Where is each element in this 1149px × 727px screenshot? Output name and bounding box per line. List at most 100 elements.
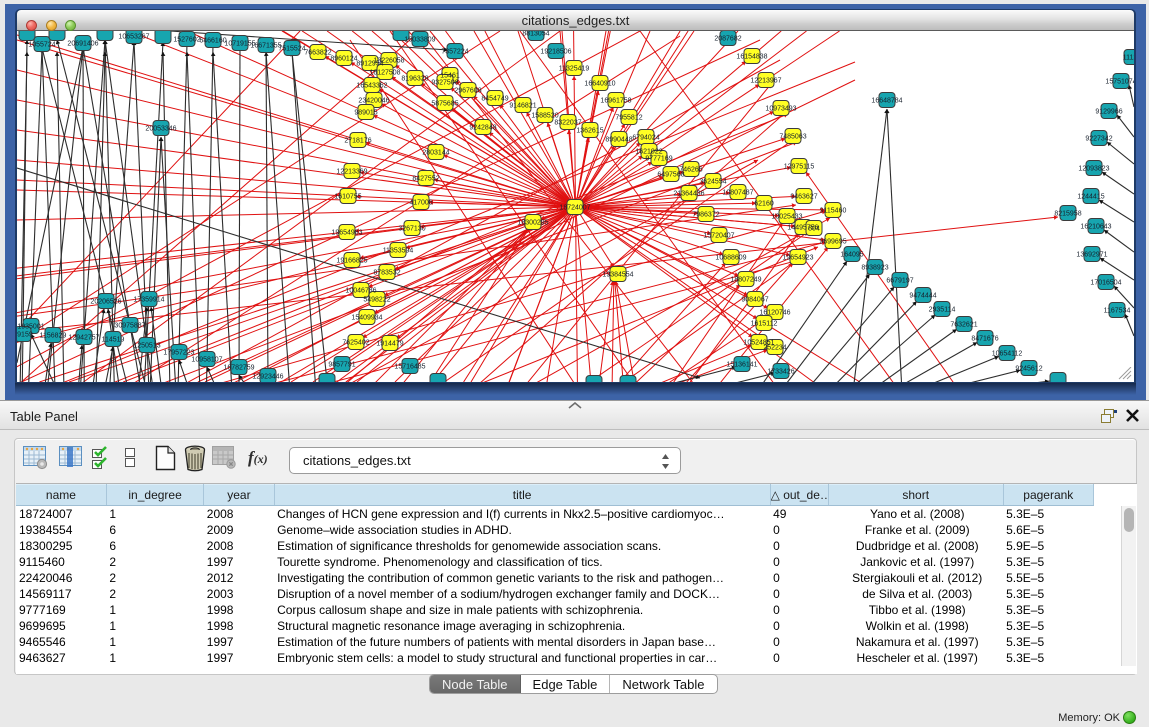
svg-text:30975887: 30975887 — [114, 323, 145, 330]
svg-text:11353594: 11353594 — [383, 248, 414, 255]
svg-text:1244415: 1244415 — [1077, 194, 1104, 201]
svg-text:15751074: 15751074 — [1105, 79, 1134, 86]
svg-text:10973493: 10973493 — [765, 106, 796, 113]
svg-text:20206526: 20206526 — [90, 299, 121, 306]
svg-text:8960124: 8960124 — [330, 56, 357, 63]
svg-text:804: 804 — [808, 226, 820, 233]
svg-text:8215958: 8215958 — [1054, 211, 1081, 218]
svg-text:5875685: 5875685 — [431, 101, 458, 108]
svg-text:20053346: 20053346 — [145, 126, 176, 133]
svg-text:9857791: 9857791 — [328, 362, 355, 369]
svg-text:8454749: 8454749 — [481, 96, 508, 103]
svg-text:9115460: 9115460 — [820, 208, 847, 215]
svg-text:16782759: 16782759 — [223, 365, 254, 372]
svg-text:1527602: 1527602 — [173, 37, 200, 44]
svg-text:7632621: 7632621 — [950, 322, 977, 329]
svg-text:9084067: 9084067 — [741, 297, 768, 304]
svg-text:12923446: 12923446 — [252, 374, 283, 381]
svg-text:23420046: 23420046 — [358, 98, 389, 105]
svg-text:1167534: 1167534 — [1104, 308, 1131, 315]
svg-text:164095: 164095 — [840, 252, 863, 259]
svg-text:1250513: 1250513 — [133, 343, 160, 350]
svg-text:1935001: 1935001 — [17, 324, 44, 331]
svg-text:11325419: 11325419 — [559, 66, 590, 73]
svg-text:2803144: 2803144 — [422, 150, 449, 157]
svg-text:19654923: 19654923 — [782, 255, 813, 262]
svg-text:1055724: 1055724 — [28, 42, 55, 49]
svg-text:39159: 39159 — [17, 332, 33, 339]
svg-text:8813054: 8813054 — [522, 31, 549, 38]
svg-text:10025433: 10025433 — [771, 214, 802, 221]
svg-text:10654112: 10654112 — [992, 351, 1023, 358]
svg-text:6794024: 6794024 — [632, 135, 659, 142]
svg-text:9245612: 9245612 — [1015, 366, 1042, 373]
svg-text:10958107: 10958107 — [191, 357, 222, 364]
svg-text:2087682: 2087682 — [714, 36, 741, 43]
svg-text:7625402: 7625402 — [342, 340, 369, 347]
svg-text:3267130: 3267130 — [398, 226, 425, 233]
svg-text:989015: 989015 — [354, 110, 377, 117]
svg-text:11123: 11123 — [1123, 55, 1134, 62]
svg-text:7357224: 7357224 — [441, 49, 468, 56]
svg-text:252234: 252234 — [763, 345, 786, 352]
svg-text:10046786: 10046786 — [345, 288, 376, 295]
svg-text:7986372: 7986372 — [692, 212, 719, 219]
svg-text:19166825: 19166825 — [336, 258, 367, 265]
svg-text:7663822: 7663822 — [304, 50, 331, 57]
svg-text:114519: 114519 — [102, 337, 125, 344]
svg-text:10688609: 10688609 — [715, 255, 746, 262]
svg-text:19384554: 19384554 — [602, 272, 633, 279]
svg-text:9227342: 9227342 — [1085, 136, 1112, 143]
svg-text:16640910: 16640910 — [584, 81, 615, 88]
svg-text:15136141: 15136141 — [726, 362, 757, 369]
svg-text:16154838: 16154838 — [736, 54, 767, 61]
svg-text:6679197: 6679197 — [886, 278, 913, 285]
svg-text:16120746: 16120746 — [759, 310, 790, 317]
svg-text:1733426: 1733426 — [767, 369, 794, 376]
svg-text:9777169: 9777169 — [645, 156, 672, 163]
svg-text:15461: 15461 — [440, 73, 460, 80]
svg-text:17016504: 17016504 — [1090, 280, 1121, 287]
svg-text:1615112: 1615112 — [751, 321, 778, 328]
svg-text:1621022: 1621022 — [635, 149, 662, 156]
svg-text:2967608: 2967608 — [454, 88, 481, 95]
svg-text:7485063: 7485063 — [779, 134, 806, 141]
svg-text:16961758: 16961758 — [600, 98, 631, 105]
svg-text:20691406: 20691406 — [67, 41, 98, 48]
svg-text:8783532: 8783532 — [373, 270, 400, 277]
svg-text:1362615: 1362615 — [576, 128, 603, 135]
svg-text:18807249: 18807249 — [730, 277, 761, 284]
svg-text:13692971: 13692971 — [1076, 252, 1107, 259]
svg-text:15720407: 15720407 — [703, 233, 734, 240]
svg-text:7515524: 7515524 — [278, 46, 305, 53]
svg-text:10807487: 10807487 — [722, 190, 753, 197]
svg-text:16671355: 16671355 — [250, 43, 281, 50]
svg-text:18724007: 18724007 — [559, 205, 590, 212]
svg-text:9146821: 9146821 — [509, 103, 536, 110]
svg-text:1588520: 1588520 — [531, 113, 558, 120]
svg-text:18300295: 18300295 — [517, 220, 548, 227]
svg-text:9463627: 9463627 — [790, 194, 817, 201]
svg-text:18127508: 18127508 — [369, 70, 400, 77]
svg-text:15409934: 15409934 — [351, 315, 382, 322]
svg-text:16648784: 16648784 — [871, 98, 902, 105]
svg-text:17957223: 17957223 — [163, 350, 194, 357]
svg-text:9474444: 9474444 — [909, 293, 936, 300]
svg-text:8427552: 8427552 — [412, 176, 439, 183]
svg-text:12213967: 12213967 — [750, 78, 781, 85]
svg-text:12093823: 12093823 — [1078, 166, 1109, 173]
svg-text:8471676: 8471676 — [971, 336, 998, 343]
svg-text:9242848: 9242848 — [469, 125, 496, 132]
svg-text:3624554: 3624554 — [699, 179, 726, 186]
svg-text:2935114: 2935114 — [929, 307, 956, 314]
svg-text:13226058: 13226058 — [373, 58, 404, 65]
svg-text:19654983: 19654983 — [331, 230, 362, 237]
svg-text:16543362: 16543362 — [356, 83, 387, 90]
svg-text:12213369: 12213369 — [336, 169, 367, 176]
svg-text:62160: 62160 — [754, 201, 774, 208]
svg-text:19218506: 19218506 — [540, 49, 571, 56]
svg-text:6466160: 6466160 — [199, 38, 226, 45]
svg-text:7955812: 7955812 — [615, 115, 642, 122]
svg-text:1156829: 1156829 — [40, 333, 67, 340]
svg-text:417006: 417006 — [409, 200, 432, 207]
